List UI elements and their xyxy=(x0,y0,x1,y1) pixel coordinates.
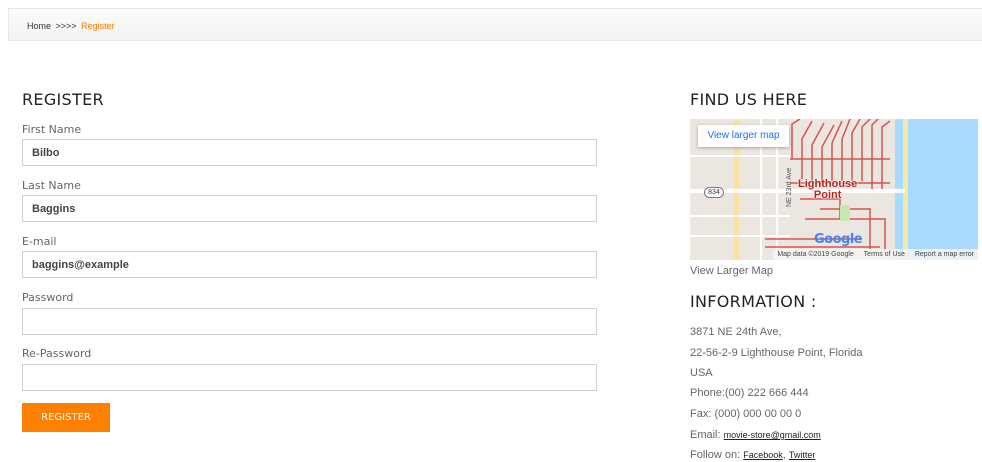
road-shield: 834 xyxy=(704,187,724,198)
twitter-link[interactable]: Twitter xyxy=(789,450,816,460)
report-map-error-link[interactable]: Report a map error xyxy=(915,251,974,258)
email-link[interactable]: movie-store@gmail.com xyxy=(724,430,821,440)
phone: Phone:(00) 222 666 444 xyxy=(690,387,809,399)
follow-on: Follow on: Facebook, Twitter xyxy=(690,449,815,461)
country: USA xyxy=(690,367,713,379)
embedded-map[interactable]: View larger map 834 Lighthouse Point NE … xyxy=(690,119,978,260)
breadcrumb-current: Register xyxy=(81,21,115,31)
map-attribution: Map data ©2019 Google Terms of Use Repor… xyxy=(773,249,978,260)
email-prefix: Email: xyxy=(690,429,724,441)
password-label: Password xyxy=(22,291,74,304)
re-password-label: Re-Password xyxy=(22,347,92,360)
map-data-text: Map data ©2019 Google xyxy=(777,251,854,258)
email-info: Email: movie-store@gmail.com xyxy=(690,429,821,441)
last-name-input[interactable] xyxy=(22,195,597,222)
password-input[interactable] xyxy=(22,308,597,335)
map-street-label: NE 23rd Ave xyxy=(786,167,793,207)
breadcrumb-trail: Home >>>> Register xyxy=(27,21,115,31)
email-label: E-mail xyxy=(22,235,57,248)
view-larger-map-link[interactable]: View Larger Map xyxy=(690,265,773,277)
breadcrumb-separator: >>>> xyxy=(55,21,77,31)
last-name-label: Last Name xyxy=(22,179,81,192)
google-logo-text: Google xyxy=(814,232,863,247)
breadcrumb: Home >>>> Register xyxy=(8,8,982,41)
address-line-1: 3871 NE 24th Ave, xyxy=(690,326,782,338)
first-name-label: First Name xyxy=(22,123,82,136)
view-larger-map-button[interactable]: View larger map xyxy=(698,125,789,147)
google-logo: Google xyxy=(814,232,863,247)
first-name-input[interactable] xyxy=(22,139,597,166)
information-title: INFORMATION : xyxy=(690,292,817,311)
find-us-title: FIND US HERE xyxy=(690,90,808,109)
facebook-link[interactable]: Facebook xyxy=(743,450,783,460)
email-input[interactable] xyxy=(22,251,597,278)
terms-of-use-link[interactable]: Terms of Use xyxy=(864,251,905,258)
register-button[interactable]: REGISTER xyxy=(22,403,110,432)
fax: Fax: (000) 000 00 00 0 xyxy=(690,408,802,420)
register-title: REGISTER xyxy=(22,90,104,109)
follow-prefix: Follow on: xyxy=(690,449,744,461)
re-password-input[interactable] xyxy=(22,364,597,391)
map-place-label: Lighthouse Point xyxy=(798,179,857,201)
map-place-label-line2: Point xyxy=(813,189,842,201)
breadcrumb-home-link[interactable]: Home xyxy=(27,21,51,31)
address-line-2: 22-56-2-9 Lighthouse Point, Florida xyxy=(690,347,863,359)
